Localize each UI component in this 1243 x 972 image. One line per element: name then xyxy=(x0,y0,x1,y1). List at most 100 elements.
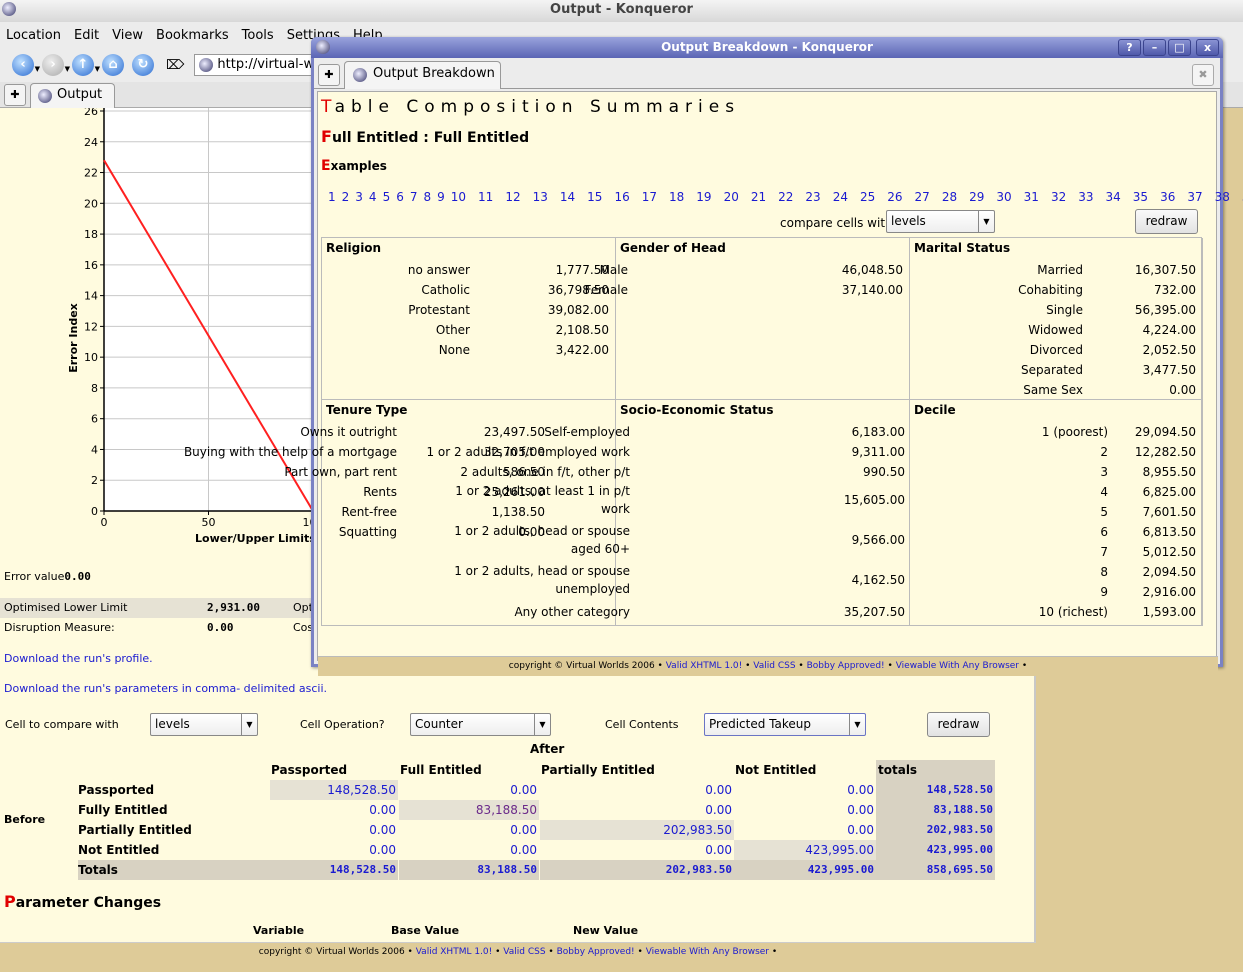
main-footer: copyright © Virtual Worlds 2006 • Valid … xyxy=(0,942,1036,972)
menu-bookmarks[interactable]: Bookmarks xyxy=(156,28,229,43)
example-link-35[interactable]: 35 xyxy=(1133,190,1148,204)
example-link-28[interactable]: 28 xyxy=(942,190,957,204)
example-link-6[interactable]: 6 xyxy=(396,190,404,204)
maximize-button[interactable]: □ xyxy=(1168,39,1191,56)
example-link-37[interactable]: 37 xyxy=(1187,190,1202,204)
viewable-any-browser-link[interactable]: Viewable With Any Browser xyxy=(646,947,769,957)
example-link-14[interactable]: 14 xyxy=(560,190,575,204)
contents-select[interactable]: Predicted Takeup ▼ xyxy=(704,713,866,736)
close-tab-icon[interactable]: ✖ xyxy=(1192,64,1214,86)
example-link-29[interactable]: 29 xyxy=(969,190,984,204)
category-label: 3 xyxy=(910,462,1108,482)
valid-css-link[interactable]: Valid CSS xyxy=(753,661,795,671)
main-window-titlebar[interactable]: Output - Konqueror xyxy=(0,0,1243,22)
example-link-24[interactable]: 24 xyxy=(833,190,848,204)
back-icon[interactable]: ‹ ▼ xyxy=(12,54,40,76)
tab-output[interactable]: Output xyxy=(30,83,115,108)
popup-redraw-button[interactable]: redraw xyxy=(1135,209,1198,234)
redraw-button[interactable]: redraw xyxy=(927,712,990,737)
forward-icon[interactable]: › ▼ xyxy=(42,54,70,76)
example-link-36[interactable]: 36 xyxy=(1160,190,1175,204)
example-link-33[interactable]: 33 xyxy=(1078,190,1093,204)
download-params-link[interactable]: Download the run's parameters in comma- … xyxy=(4,682,327,695)
example-link-11[interactable]: 11 xyxy=(478,190,493,204)
download-profile-link[interactable]: Download the run's profile. xyxy=(4,652,153,665)
example-link-34[interactable]: 34 xyxy=(1106,190,1121,204)
menu-tools[interactable]: Tools xyxy=(242,28,274,43)
new-tab-icon[interactable]: ✚ xyxy=(318,64,340,86)
example-link-3[interactable]: 3 xyxy=(355,190,363,204)
example-link-23[interactable]: 23 xyxy=(805,190,820,204)
menu-view[interactable]: View xyxy=(112,28,143,43)
table-cell: 0.00 xyxy=(847,803,874,817)
x-tick-label: 50 xyxy=(202,516,216,529)
example-link-13[interactable]: 13 xyxy=(533,190,548,204)
valid-xhtml-link[interactable]: Valid XHTML 1.0! xyxy=(416,947,493,957)
category-label: 2 xyxy=(910,442,1108,462)
example-link-16[interactable]: 16 xyxy=(614,190,629,204)
chevron-down-icon: ▼ xyxy=(849,714,865,735)
valid-css-link[interactable]: Valid CSS xyxy=(503,947,545,957)
category-value: 3,477.50 xyxy=(1142,363,1196,377)
chevron-down-icon: ▼ xyxy=(534,714,550,735)
category-value: 4,224.00 xyxy=(1142,323,1196,337)
category-name: 1 or 2 adults, at least 1 in p/t work xyxy=(455,484,630,516)
menu-edit[interactable]: Edit xyxy=(74,28,99,43)
example-link-25[interactable]: 25 xyxy=(860,190,875,204)
parameter-changes-heading: Parameter Changes xyxy=(4,892,161,911)
error-value: 0.00 xyxy=(64,570,91,583)
up-icon[interactable]: ↑ ▼ xyxy=(72,54,100,76)
example-link-5[interactable]: 5 xyxy=(383,190,391,204)
clear-location-icon[interactable]: ⌦ xyxy=(166,58,184,73)
example-link-21[interactable]: 21 xyxy=(751,190,766,204)
example-link-31[interactable]: 31 xyxy=(1024,190,1039,204)
minimize-button[interactable]: – xyxy=(1143,39,1166,56)
category-label: Male xyxy=(600,260,628,280)
example-link-8[interactable]: 8 xyxy=(423,190,431,204)
chevron-down-icon: ▼ xyxy=(978,211,994,232)
example-link-1[interactable]: 1 xyxy=(328,190,336,204)
example-link-12[interactable]: 12 xyxy=(505,190,520,204)
category-label: Female xyxy=(585,280,628,300)
category-value: 2,094.50 xyxy=(1142,565,1196,579)
example-link-19[interactable]: 19 xyxy=(696,190,711,204)
valid-xhtml-link[interactable]: Valid XHTML 1.0! xyxy=(666,661,743,671)
example-link-30[interactable]: 30 xyxy=(996,190,1011,204)
bobby-approved-link[interactable]: Bobby Approved! xyxy=(807,661,885,671)
help-button[interactable]: ? xyxy=(1118,39,1141,56)
example-link-10[interactable]: 10 xyxy=(451,190,466,204)
category-value: 39,082.00 xyxy=(547,303,609,317)
konqueror-app-icon xyxy=(2,2,16,16)
y-tick-label: 26 xyxy=(84,108,98,118)
category-label: Catholic xyxy=(322,280,470,300)
compare-select[interactable]: levels ▼ xyxy=(150,713,258,736)
example-link-15[interactable]: 15 xyxy=(587,190,602,204)
example-link-7[interactable]: 7 xyxy=(410,190,418,204)
example-link-2[interactable]: 2 xyxy=(342,190,350,204)
example-link-22[interactable]: 22 xyxy=(778,190,793,204)
bobby-approved-link[interactable]: Bobby Approved! xyxy=(557,947,635,957)
category-value: 6,183.00 xyxy=(851,425,905,439)
menu-location[interactable]: Location xyxy=(6,28,61,43)
example-link-38[interactable]: 38 xyxy=(1215,190,1230,204)
compare-cells-select[interactable]: levels ▼ xyxy=(886,210,995,233)
operation-select[interactable]: Counter ▼ xyxy=(410,713,551,736)
category-name: 1 (poorest) xyxy=(1041,425,1108,439)
category-value: 23,497.50 xyxy=(483,425,545,439)
tab-output-breakdown[interactable]: Output Breakdown xyxy=(344,61,501,89)
example-link-4[interactable]: 4 xyxy=(369,190,377,204)
example-link-27[interactable]: 27 xyxy=(915,190,930,204)
home-icon[interactable]: ⌂ xyxy=(102,54,124,76)
new-tab-icon[interactable]: ✚ xyxy=(4,84,26,106)
example-link-26[interactable]: 26 xyxy=(887,190,902,204)
popup-titlebar[interactable]: Output Breakdown - Konqueror ? – □ x xyxy=(311,37,1223,58)
example-link-18[interactable]: 18 xyxy=(669,190,684,204)
example-link-17[interactable]: 17 xyxy=(642,190,657,204)
reload-icon[interactable]: ↻ xyxy=(132,54,154,76)
viewable-any-browser-link[interactable]: Viewable With Any Browser xyxy=(896,661,1019,671)
category-label: None xyxy=(322,340,470,360)
example-link-32[interactable]: 32 xyxy=(1051,190,1066,204)
close-button[interactable]: x xyxy=(1196,39,1219,56)
example-link-20[interactable]: 20 xyxy=(724,190,739,204)
example-link-9[interactable]: 9 xyxy=(437,190,445,204)
